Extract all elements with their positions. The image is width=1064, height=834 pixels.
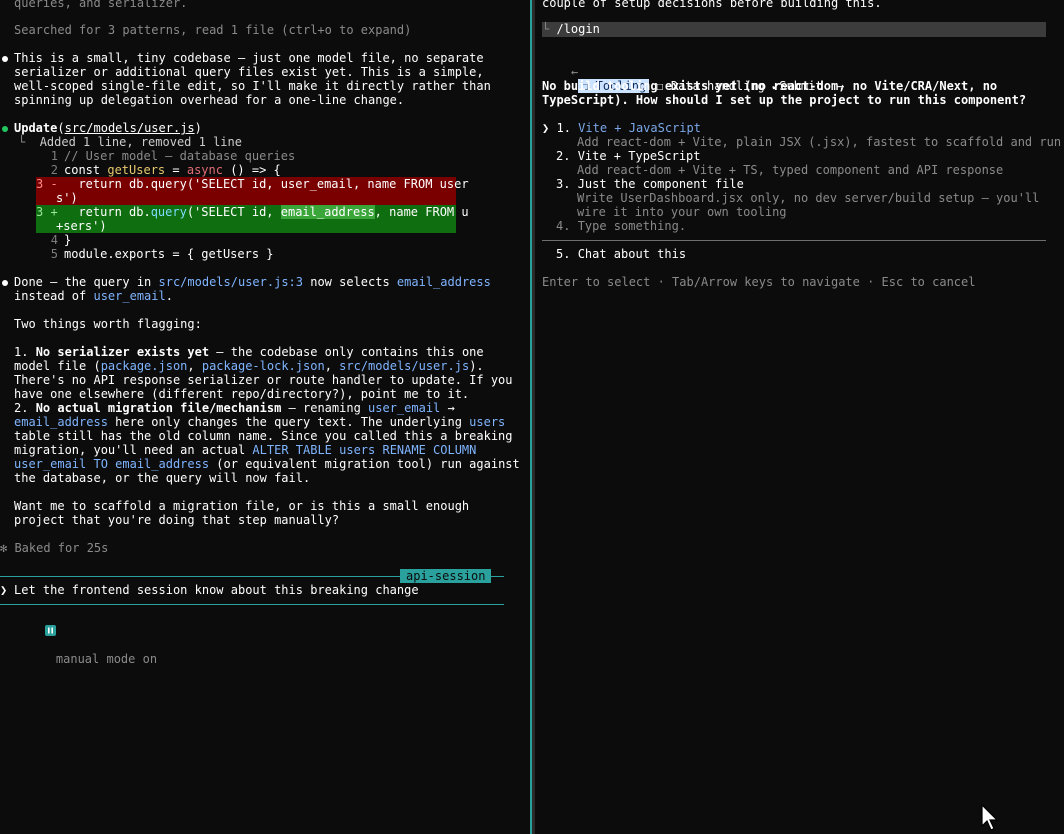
searched-summary[interactable]: Searched for 3 patterns, read 1 file (ct…	[14, 23, 411, 37]
message-bullet	[2, 56, 8, 62]
item2-line: the database, or the query will now fail…	[14, 471, 311, 485]
diff-removed-line: 3 - return db.query('SELECT id, user_ema…	[36, 177, 469, 191]
baked-status: ✻ Baked for 25s	[0, 541, 109, 555]
para1-line: spinning up delegation overhead for a on…	[14, 93, 405, 107]
diff-line: 4}	[50, 233, 72, 247]
done-line: instead of user_email.	[14, 289, 173, 303]
item1-line: 1. No serializer exists yet — the codeba…	[14, 345, 484, 359]
option-3[interactable]: 3. Just the component file	[556, 177, 744, 191]
question-line: project that you're doing that step manu…	[14, 513, 340, 527]
prompt-char: ❯	[0, 583, 8, 597]
item1-line: model file (package.json, package-lock.j…	[14, 359, 484, 373]
mode-indicator[interactable]: manual mode on	[16, 611, 157, 666]
login-command-bar[interactable]: └ /login	[542, 22, 1046, 37]
message-bullet	[2, 280, 8, 286]
prompt-input[interactable]: Let the frontend session know about this…	[14, 583, 419, 597]
prompt-bottom-rule	[0, 604, 504, 605]
question-text: No build tooling exists yet (no react-do…	[542, 79, 998, 93]
para1-line: serializer or additional query files exi…	[14, 65, 484, 79]
options-separator	[542, 240, 1046, 241]
option-4-input[interactable]: 4. Type something.	[556, 219, 686, 233]
option-1[interactable]: ❯ 1. Vite + JavaScript	[542, 121, 701, 135]
item2-line: migration, you'll need an actual ALTER T…	[14, 443, 477, 457]
mouse-pointer-icon	[981, 804, 999, 831]
para1-line: well-scoped single-file edit, so I'll ma…	[14, 79, 491, 93]
flag-intro: Two things worth flagging:	[14, 317, 202, 331]
option-5[interactable]: 5. Chat about this	[556, 247, 686, 261]
item2-line: table still has the old column name. Sin…	[14, 429, 513, 443]
item2-line: user_email TO email_address (or equivale…	[14, 457, 520, 471]
diff-summary: └ Added 1 line, removed 1 line	[18, 135, 242, 149]
option-2-desc: Add react-dom + Vite + TS, typed compone…	[577, 163, 1004, 177]
diff-line: 2 const getUsers = async () => {	[50, 163, 281, 177]
diff-removed-wrap: s')	[56, 191, 78, 205]
clipped-line: couple of setup decisions before buildin…	[542, 0, 882, 10]
option-1-desc: Add react-dom + Vite, plain JSX (.jsx), …	[577, 135, 1062, 149]
session-tag[interactable]: api-session	[400, 569, 492, 583]
item1-line: There's no API response serializer or ro…	[14, 373, 513, 387]
option-3-desc: wire it into your own tooling	[577, 205, 787, 219]
right-terminal-pane[interactable]: couple of setup decisions before buildin…	[535, 0, 1064, 834]
option-3-desc: Write UserDashboard.jsx only, no dev ser…	[577, 191, 1040, 205]
update-path[interactable]: src/models/user.js	[65, 121, 195, 135]
tool-bullet	[2, 126, 8, 132]
pause-icon	[44, 625, 56, 636]
diff-line: 1// User model — database queries	[50, 149, 296, 163]
item2-line: 2. No actual migration file/mechanism — …	[14, 401, 455, 415]
diff-added-wrap: +sers')	[56, 219, 107, 233]
update-header: Update(src/models/user.js)	[14, 121, 202, 135]
keyboard-hint: Enter to select · Tab/Arrow keys to navi…	[542, 275, 976, 289]
diff-added-line: 3 + return db.query('SELECT id, email_ad…	[36, 205, 469, 219]
clipped-line: queries, and serializer.	[14, 0, 188, 10]
question-text: TypeScript). How should I set up the pro…	[542, 93, 1027, 107]
left-terminal-pane[interactable]: queries, and serializer. Searched for 3 …	[0, 0, 530, 834]
item1-line: have one elsewhere (different repo/direc…	[14, 387, 470, 401]
done-line: Done — the query in src/models/user.js:3…	[14, 275, 491, 289]
diff-line: 5 module.exports = { getUsers }	[50, 247, 274, 261]
item2-line: email_address here only changes the quer…	[14, 415, 506, 429]
option-2[interactable]: 2. Vite + TypeScript	[556, 149, 701, 163]
nav-left-icon[interactable]: ←	[571, 65, 578, 79]
question-line: Want me to scaffold a migration file, or…	[14, 499, 470, 513]
para1-line: This is a small, tiny codebase — just on…	[14, 51, 484, 65]
